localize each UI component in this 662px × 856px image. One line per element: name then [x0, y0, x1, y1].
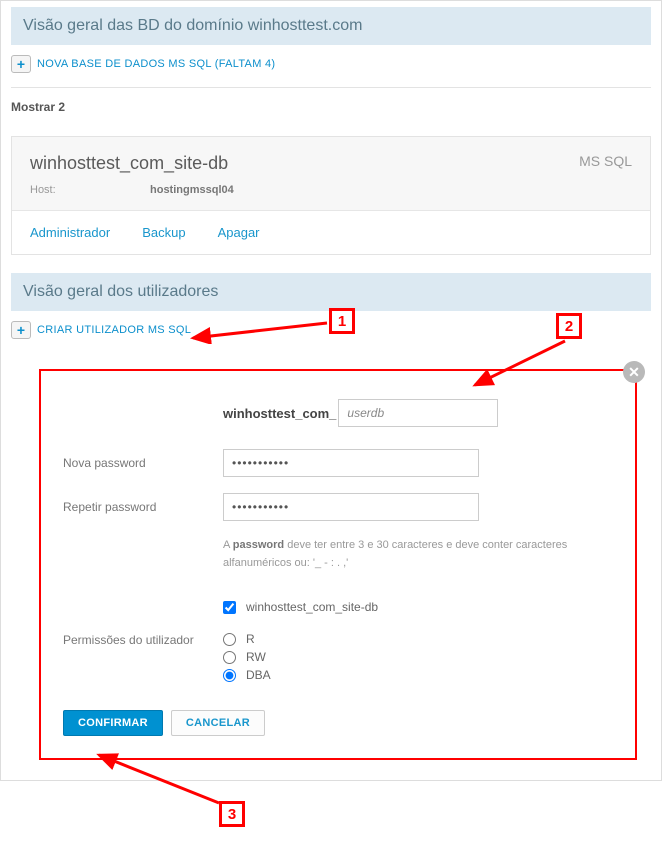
close-icon[interactable]: ✕ — [623, 361, 645, 383]
user-form: winhosttest_com_ Nova password Repetir p… — [39, 369, 637, 760]
db-checkbox[interactable] — [223, 601, 236, 614]
db-card: winhosttest_com_site-db MS SQL Host: hos… — [11, 136, 651, 255]
username-input[interactable] — [338, 399, 498, 427]
add-db-label: NOVA BASE DE DADOS MS SQL (FALTAM 4) — [37, 58, 275, 70]
user-prefix: winhosttest_com_ — [223, 406, 338, 421]
db-overview-header: Visão geral das BD do domínio winhosttes… — [11, 7, 651, 45]
plus-icon[interactable]: + — [11, 321, 31, 339]
perm-label: Permissões do utilizador — [63, 632, 223, 682]
reppass-label: Repetir password — [63, 500, 223, 514]
host-label: Host: — [30, 184, 150, 196]
db-title: winhosttest_com_site-db — [30, 153, 632, 174]
user-form-wrap: ✕ winhosttest_com_ Nova password Repetir… — [39, 369, 637, 760]
show-count: Mostrar 2 — [11, 88, 651, 126]
confirm-button[interactable]: CONFIRMAR — [63, 710, 163, 736]
host-value: hostingmssql04 — [150, 184, 234, 196]
callout-2: 2 — [556, 313, 582, 339]
db-actions: Administrador Backup Apagar — [12, 211, 650, 254]
db-type-badge: MS SQL — [579, 153, 632, 169]
perm-dba-label: DBA — [246, 668, 271, 682]
newpass-label: Nova password — [63, 456, 223, 470]
cancel-button[interactable]: CANCELAR — [171, 710, 265, 736]
perm-rw-radio[interactable] — [223, 651, 236, 664]
main-panel: Visão geral das BD do domínio winhosttes… — [0, 0, 662, 781]
newpass-input[interactable] — [223, 449, 479, 477]
reppass-input[interactable] — [223, 493, 479, 521]
backup-link[interactable]: Backup — [142, 225, 185, 240]
db-checkbox-label: winhosttest_com_site-db — [246, 600, 378, 614]
password-helper: A password deve ter entre 3 e 30 caracte… — [223, 537, 613, 572]
db-card-head: winhosttest_com_site-db MS SQL Host: hos… — [12, 137, 650, 211]
add-db-row[interactable]: + NOVA BASE DE DADOS MS SQL (FALTAM 4) — [11, 45, 651, 83]
callout-3: 3 — [219, 801, 245, 827]
add-user-label: CRIAR UTILIZADOR MS SQL — [37, 324, 191, 336]
perm-dba-radio[interactable] — [223, 669, 236, 682]
delete-link[interactable]: Apagar — [218, 225, 260, 240]
admin-link[interactable]: Administrador — [30, 225, 110, 240]
perm-rw-label: RW — [246, 650, 266, 664]
perm-r-label: R — [246, 632, 255, 646]
users-overview-header: Visão geral dos utilizadores — [11, 273, 651, 311]
perm-r-radio[interactable] — [223, 633, 236, 646]
callout-1: 1 — [329, 308, 355, 334]
plus-icon[interactable]: + — [11, 55, 31, 73]
